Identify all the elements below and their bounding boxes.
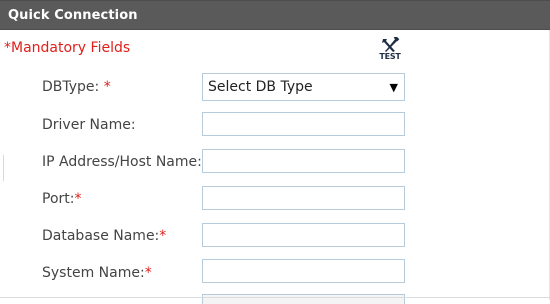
port-label-text: Port: [42, 191, 75, 207]
bottom-divider [0, 297, 550, 298]
dbtype-select[interactable]: Select DB Type ▼ [202, 73, 405, 101]
required-marker: * [159, 228, 167, 244]
dbtype-label-text: DBType: [42, 79, 104, 95]
port-input[interactable] [202, 186, 405, 210]
ip-address-label-text: IP Address/Host Name: [42, 154, 202, 170]
system-name-input[interactable] [202, 259, 405, 283]
required-marker: * [144, 265, 152, 281]
panel-header: Quick Connection [0, 0, 550, 30]
tools-test-icon [382, 37, 400, 52]
dropdown-arrow-icon: ▼ [389, 81, 398, 94]
next-field-input-partial[interactable] [202, 294, 405, 304]
test-connection-button[interactable]: TEST [375, 37, 405, 65]
dbtype-label: DBType: * [42, 79, 111, 95]
system-name-label: System Name:* [42, 265, 152, 281]
system-name-label-text: System Name: [42, 265, 145, 281]
test-label: TEST [379, 52, 401, 61]
database-name-label: Database Name:* [42, 228, 166, 244]
port-label: Port:* [42, 191, 81, 207]
ip-address-input[interactable] [202, 149, 405, 173]
mandatory-fields-note: *Mandatory Fields [4, 40, 131, 56]
database-name-input[interactable] [202, 223, 405, 247]
panel-title: Quick Connection [8, 7, 138, 23]
required-marker: * [74, 191, 82, 207]
ip-address-label: IP Address/Host Name:* [42, 154, 209, 170]
dbtype-selected-value: Select DB Type [208, 79, 313, 95]
required-marker: * [103, 79, 111, 95]
driver-name-label: Driver Name: [42, 117, 136, 133]
left-edge-mark [3, 155, 4, 181]
driver-name-input[interactable] [202, 112, 405, 136]
quick-connection-panel: Quick Connection *Mandatory Fields TEST … [0, 0, 550, 304]
database-name-label-text: Database Name: [42, 228, 160, 244]
driver-name-label-text: Driver Name: [42, 117, 136, 133]
